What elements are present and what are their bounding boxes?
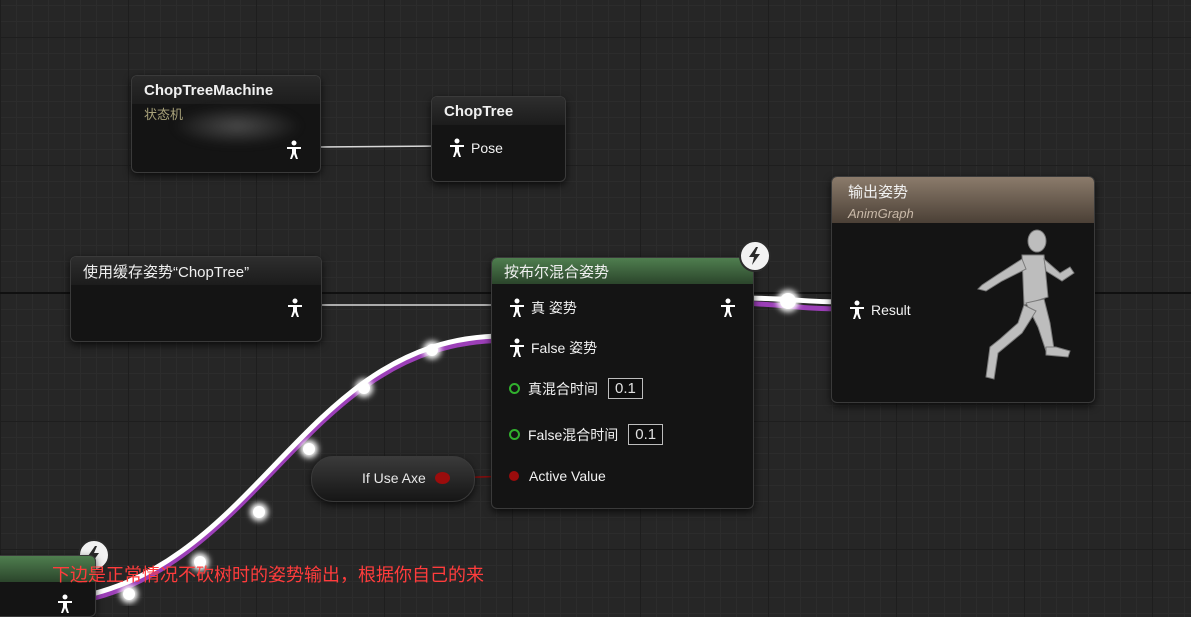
pose-person-icon [721,298,735,317]
output-pose-pin[interactable] [286,140,308,160]
annotation-note: 下边是正常情况不砍树时的姿势输出，根据你自己的来 [52,565,484,586]
pose-person-icon [510,298,524,317]
bool-output-pin[interactable] [435,472,450,484]
wire-bead [253,506,265,518]
mannequin-running-icon [977,229,1075,380]
active-value-pin[interactable]: Active Value [509,468,606,484]
node-variable-if-use-axe[interactable]: If Use Axe [311,456,475,502]
node-output-pose[interactable]: 输出姿势 AnimGraph Result [831,176,1095,403]
node-subtitle: AnimGraph [848,206,914,221]
node-state-machine[interactable]: ChopTreeMachine 状态机 [131,75,321,173]
wire-bead [426,344,438,356]
input-pose-pin[interactable]: Pose [449,138,503,158]
node-use-cached-pose[interactable]: 使用缓存姿势“ChopTree” [70,256,322,342]
output-pose-pin[interactable] [720,298,742,318]
false-blend-time-input[interactable]: 0.1 [628,424,664,445]
pin-label: 真混合时间 [528,380,598,397]
wire-machine-to-choptree [317,145,445,148]
true-pose-pin[interactable]: 真 姿势 [509,298,577,318]
lightning-icon [739,240,771,272]
node-title: 输出姿势 [848,184,909,201]
node-title: 使用缓存姿势“ChopTree” [71,257,321,285]
bool-pin-icon [509,471,519,481]
pin-label: Pose [471,140,503,156]
node-choptree[interactable]: ChopTree Pose [431,96,566,182]
pose-person-icon [450,138,464,157]
wire-bead [303,443,315,455]
node-title: 按布尔混合姿势 [492,258,753,284]
false-blend-time-pin[interactable]: False混合时间 0.1 [509,424,664,445]
pin-label: False混合时间 [528,426,619,443]
node-title: ChopTree [432,97,565,125]
pin-label: Result [871,302,911,318]
true-blend-time-pin[interactable]: 真混合时间 0.1 [509,378,643,399]
float-pin-icon [509,429,520,440]
wire-bead [780,293,796,309]
pin-label: Active Value [529,468,606,484]
pin-label: False 姿势 [531,340,598,356]
float-pin-icon [509,383,520,394]
pose-person-icon [288,298,302,317]
pose-person-icon [510,338,524,357]
pose-person-icon [850,300,864,319]
pose-person-icon [58,594,72,613]
wire-bead [123,588,135,600]
true-blend-time-input[interactable]: 0.1 [608,378,643,399]
wire-bead [358,382,370,394]
node-header: 输出姿势 AnimGraph [832,177,1094,223]
pin-label: 真 姿势 [531,300,577,316]
output-pose-pin[interactable] [57,594,79,614]
false-pose-pin[interactable]: False 姿势 [509,338,597,358]
node-title: ChopTreeMachine [132,76,320,104]
pose-person-icon [287,140,301,159]
thumbnail-blur [172,106,302,146]
output-pose-pin[interactable] [287,298,309,318]
result-pose-pin[interactable]: Result [849,300,911,320]
variable-label: If Use Axe [362,470,426,486]
node-blend-poses-by-bool[interactable]: 按布尔混合姿势 真 姿势 False 姿势 真混合时间 0.1 False混合时… [491,257,754,509]
